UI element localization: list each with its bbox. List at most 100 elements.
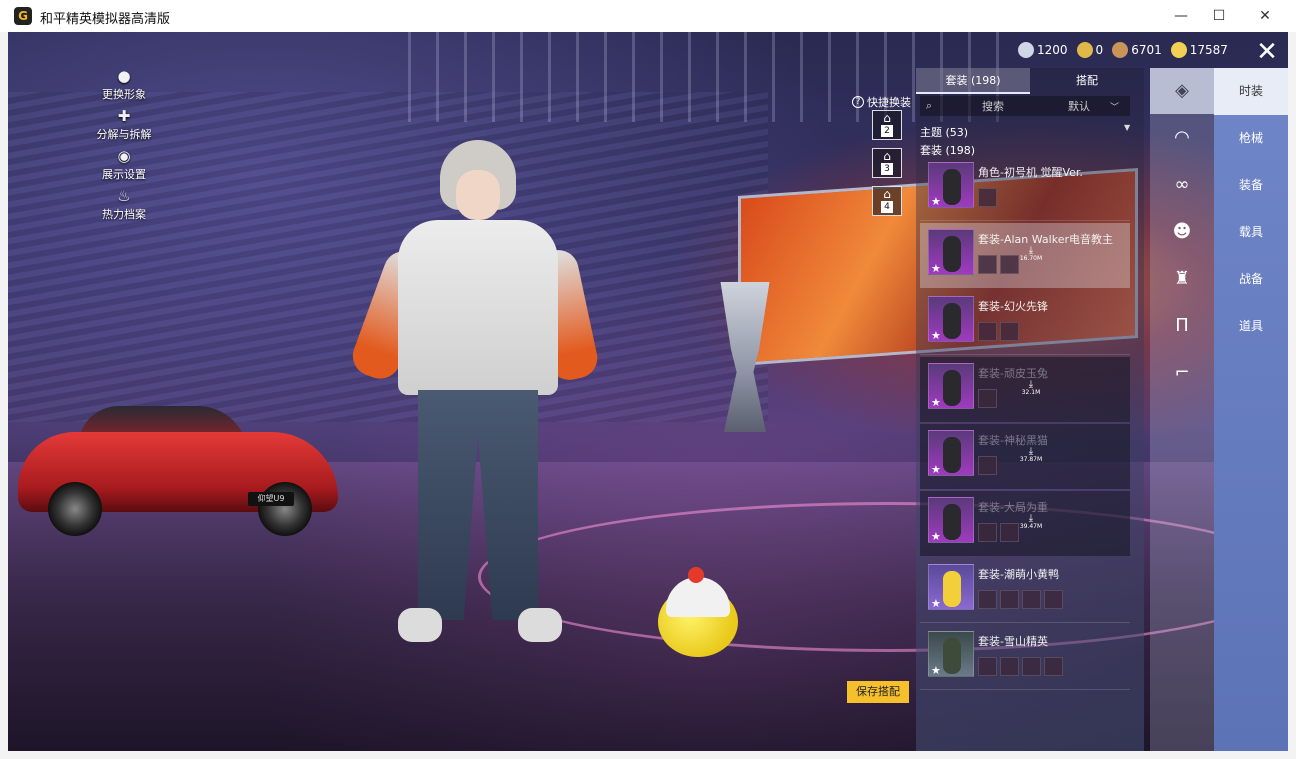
cap-icon: ◠: [1174, 127, 1190, 148]
silver-coin-icon: [1018, 42, 1034, 58]
item-name: 套装-大局为重: [978, 501, 1048, 514]
character-shoe-left: [398, 608, 442, 642]
item-name: 套装-幻火先锋: [978, 300, 1048, 313]
tab-combos[interactable]: 搭配: [1030, 68, 1144, 94]
sort-dropdown[interactable]: 默认: [1048, 98, 1110, 114]
download-indicator[interactable]: ⤓ 37.87M: [1016, 447, 1046, 464]
slot-number: 3: [881, 163, 893, 175]
download-size: 16.70M: [1019, 255, 1043, 262]
rail-shoes[interactable]: ⌐: [1150, 350, 1214, 396]
list-item[interactable]: ★ 套装-顽皮玉兔 ⤓ 32.1M: [920, 357, 1130, 422]
currency-value: 17587: [1189, 43, 1228, 57]
rail-outfit[interactable]: ◈: [1150, 68, 1214, 114]
category-props[interactable]: 道具: [1214, 303, 1288, 350]
currency-badge: 0: [1076, 42, 1104, 58]
list-item[interactable]: ★ 套装-幻火先锋: [920, 290, 1130, 355]
category-vehicles[interactable]: 载具: [1214, 209, 1288, 256]
quick-swap-label[interactable]: ? 快捷换装: [852, 94, 911, 110]
list-item[interactable]: ★ 套装-雪山精英: [920, 625, 1130, 690]
rail-goggles[interactable]: ∞: [1150, 162, 1214, 208]
outfit-slot-4[interactable]: ⌂ 4: [872, 186, 902, 216]
close-window-button[interactable]: ✕: [1242, 0, 1288, 32]
category-fashion[interactable]: 时装: [1214, 68, 1288, 115]
list-item[interactable]: ★ 套装-大局为重 ⤓ 39.47M: [920, 491, 1130, 556]
currency-value: 6701: [1131, 43, 1162, 57]
vehicle-car[interactable]: 仰望U9: [18, 402, 338, 536]
slot-rail: ◈ ◠ ∞ ☻ ♜ Π ⌐: [1150, 68, 1214, 751]
part-icon: [978, 322, 997, 341]
item-name: 套装-潮萌小黄鸭: [978, 568, 1059, 581]
part-icon: [978, 255, 997, 274]
part-icon: [1000, 590, 1019, 609]
menu-decompose[interactable]: ✚ 分解与拆解: [64, 106, 184, 146]
menu-heat-archive[interactable]: ♨ 热力档案: [64, 186, 184, 226]
figure-icon: [943, 303, 961, 339]
part-icon: [1022, 590, 1041, 609]
jacket-icon: ♜: [1173, 268, 1191, 289]
item-parts: [978, 657, 1063, 676]
character-jeans: [418, 390, 538, 620]
close-icon[interactable]: ✕: [1253, 38, 1281, 66]
list-item[interactable]: ★ 套装-Alan Walker电音教主 ⤓ 16.70M: [920, 223, 1130, 288]
download-indicator[interactable]: ⤓ 39.47M: [1016, 513, 1046, 531]
category-battle-prep[interactable]: 战备: [1214, 256, 1288, 303]
star-icon: ★: [931, 597, 941, 610]
download-icon: ⤓: [1028, 513, 1034, 524]
part-icon: [1044, 657, 1063, 676]
item-thumbnail: ★: [928, 564, 974, 610]
menu-label: 展示设置: [102, 168, 146, 181]
item-name: 套装-雪山精英: [978, 635, 1048, 648]
chevron-down-icon: ﹀: [1110, 102, 1120, 113]
item-parts: [978, 523, 1019, 542]
category-guns[interactable]: 枪械: [1214, 115, 1288, 162]
download-indicator[interactable]: ⤓ 16.70M: [1016, 245, 1046, 263]
category-theme[interactable]: 主题 (53): [920, 124, 968, 140]
tab-suits[interactable]: 套装 (198): [916, 68, 1030, 94]
rail-pants[interactable]: Π: [1150, 303, 1214, 349]
figure-icon: [943, 236, 961, 272]
hanger-icon: ⌂: [883, 149, 891, 163]
person-icon: ●: [117, 67, 131, 85]
download-size: 39.47M: [1019, 523, 1043, 530]
outfit-slot-3[interactable]: ⌂ 3: [872, 148, 902, 178]
caret-down-icon[interactable]: ▼: [1124, 123, 1130, 132]
flame-icon: ♨: [117, 187, 131, 205]
figure-icon: [943, 571, 961, 607]
star-icon: ★: [931, 262, 941, 275]
category-equipment[interactable]: 装备: [1214, 162, 1288, 209]
outfit-slot-2[interactable]: ⌂ 2: [872, 110, 902, 140]
list-item[interactable]: ★ 角色-初号机 觉醒Ver.: [920, 156, 1130, 221]
item-parts: [978, 322, 1019, 341]
player-character[interactable]: [347, 140, 601, 660]
chick-shell: [666, 577, 730, 617]
item-name: 套装-顽皮玉兔: [978, 367, 1048, 380]
item-thumbnail: ★: [928, 497, 974, 543]
download-indicator[interactable]: ⤓ 32.1M: [1016, 380, 1046, 397]
rail-mask[interactable]: ☻: [1150, 209, 1214, 255]
list-item[interactable]: ★ 套装-潮萌小黄鸭: [920, 558, 1130, 623]
list-item[interactable]: ★ 套装-神秘黑猫 ⤓ 37.87M: [920, 424, 1130, 489]
puzzle-icon: ✚: [117, 107, 131, 125]
car-plate: 仰望U9: [248, 492, 294, 506]
maximize-button[interactable]: ☐: [1196, 0, 1242, 32]
rail-cap[interactable]: ◠: [1150, 115, 1214, 161]
save-outfit-button[interactable]: 保存搭配: [847, 681, 909, 703]
menu-change-appearance[interactable]: ● 更换形象: [64, 66, 184, 106]
slot-number: 4: [881, 201, 893, 213]
game-viewport[interactable]: 仰望U9 ● 更换形象 ✚ 分解与拆解 ◉ 展示设置 ♨ 热力档案 1200 0…: [8, 32, 1288, 751]
currency-bar: 1200 0 6701 17587: [1018, 40, 1228, 60]
search-bar[interactable]: ⌕ 搜索 默认 ﹀: [920, 96, 1130, 116]
mask-icon: ☻: [1172, 221, 1192, 242]
item-thumbnail: ★: [928, 430, 974, 476]
download-icon: ⤓: [1028, 245, 1034, 256]
rail-jacket[interactable]: ♜: [1150, 256, 1214, 302]
help-icon: ?: [852, 96, 864, 108]
currency-value: 0: [1095, 43, 1104, 57]
menu-display-settings[interactable]: ◉ 展示设置: [64, 146, 184, 186]
slot-number: 2: [881, 125, 893, 137]
part-icon: [1044, 590, 1063, 609]
pet-chick[interactable]: [658, 567, 738, 659]
search-input[interactable]: 搜索: [938, 98, 1048, 114]
figure-icon: [943, 437, 961, 473]
item-parts: [978, 255, 1019, 274]
